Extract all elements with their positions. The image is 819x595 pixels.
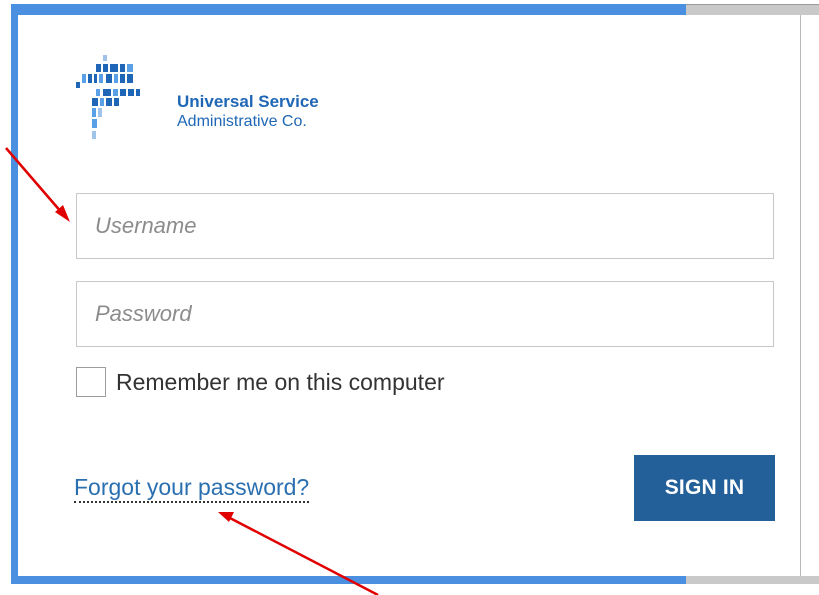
frame-right-edge [800,15,801,576]
forgot-password-link[interactable]: Forgot your password? [74,473,310,503]
remember-me-label[interactable]: Remember me on this computer [116,369,445,396]
usac-logo-text: Universal Service Administrative Co. [177,92,319,132]
password-field[interactable] [76,281,774,347]
remember-me-row[interactable]: Remember me on this computer [76,367,445,397]
logo-title-line1: Universal Service [177,92,319,111]
frame-top-gray-segment [686,4,819,15]
username-field[interactable] [76,193,774,259]
remember-me-checkbox[interactable] [76,367,106,397]
sign-in-button[interactable]: SIGN IN [634,455,775,521]
screen: Universal Service Administrative Co. Rem… [0,0,819,595]
frame-bottom-gray-segment [686,576,819,584]
logo-title-line2: Administrative Co. [177,113,307,130]
